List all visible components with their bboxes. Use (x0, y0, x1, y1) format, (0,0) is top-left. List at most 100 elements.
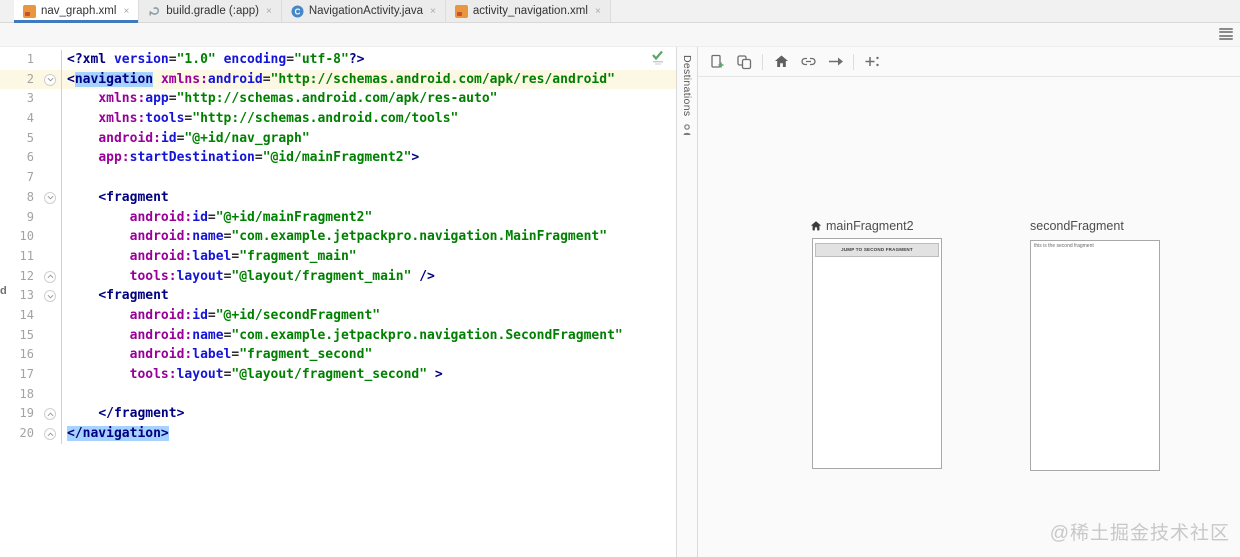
tab-navigationactivity-java[interactable]: C NavigationActivity.java × (281, 0, 446, 22)
line-number: 20 (19, 426, 34, 441)
code-text: android:id="@+id/mainFragment2" (129, 209, 373, 225)
tab-label: nav_graph.xml (41, 5, 117, 17)
code-line-6[interactable]: 6 app:startDestination="@id/mainFragment… (0, 148, 676, 169)
code-line-20[interactable]: 20 </navigation> (0, 424, 676, 444)
tab-label: build.gradle (:app) (166, 5, 259, 17)
code-line-17[interactable]: 17 tools:layout="@layout/fragment_second… (0, 365, 676, 385)
svg-text:C: C (294, 7, 300, 16)
line-number: 5 (26, 130, 34, 145)
code-line-16[interactable]: 16 android:label="fragment_second" (0, 345, 676, 365)
code-text: <fragment (98, 288, 169, 304)
line-number: 4 (26, 111, 34, 126)
destinations-icon (682, 123, 692, 136)
gutter-fold-column (40, 50, 62, 70)
code-line-5[interactable]: 5 android:id="@+id/nav_graph" (0, 128, 676, 149)
line-number: 17 (19, 367, 34, 381)
destination-preview-secondFragment[interactable]: this is the second fragment (1030, 240, 1160, 471)
destination-label-mainFragment2[interactable]: mainFragment2 (810, 219, 914, 233)
destinations-tool-tab[interactable]: Destinations (676, 47, 698, 557)
line-number: 6 (26, 150, 34, 165)
start-destination-home-icon[interactable] (772, 53, 790, 71)
code-text: </navigation> (67, 426, 169, 442)
gutter-fold-column (40, 305, 62, 326)
preview-button: JUMP TO SECOND FRAGMENT (815, 243, 939, 257)
code-line-10[interactable]: 10 android:name="com.example.jetpackpro.… (0, 227, 676, 247)
deep-link-icon[interactable] (799, 53, 817, 71)
new-destination-icon[interactable] (708, 53, 726, 71)
code-line-3[interactable]: 3 xmlns:app="http://schemas.android.com/… (0, 89, 676, 110)
line-number: 7 (26, 170, 34, 185)
line-number: 18 (19, 386, 34, 401)
tab-nav-graph-xml[interactable]: nav_graph.xml × (14, 0, 140, 23)
design-toolbar (698, 47, 1240, 77)
xml-file-icon (454, 4, 468, 18)
line-number: 9 (26, 209, 34, 224)
line-number: 11 (19, 248, 34, 263)
navigation-design-surface[interactable]: mainFragment2 JUMP TO SECOND FRAGMENT se… (698, 47, 1240, 557)
fold-marker-icon[interactable] (44, 290, 56, 303)
fold-marker-icon[interactable] (44, 408, 56, 421)
code-text: <fragment (98, 189, 169, 205)
code-text: app:startDestination="@id/mainFragment2"… (98, 150, 420, 166)
preview-text: this is the second fragment (1034, 243, 1094, 249)
code-text: android:label="fragment_second" (129, 347, 373, 363)
fold-marker-icon[interactable] (44, 270, 56, 283)
line-number: 16 (19, 347, 34, 362)
gutter-artifact-text: d (0, 285, 7, 297)
line-number: 3 (26, 91, 34, 106)
code-line-1[interactable]: 1 <?xml version="1.0" encoding="utf-8"?> (0, 50, 676, 70)
gutter-fold-column (40, 404, 62, 425)
code-text: xmlns:tools="http://schemas.android.com/… (98, 111, 459, 127)
code-line-14[interactable]: 14 android:id="@+id/secondFragment" (0, 305, 676, 326)
fold-marker-icon[interactable] (44, 428, 56, 441)
code-line-18[interactable]: 18 (0, 384, 676, 405)
tab-label: activity_navigation.xml (472, 5, 588, 17)
code-line-7[interactable]: 7 (0, 168, 676, 188)
tab-close-icon[interactable]: × (123, 6, 129, 17)
xml-file-icon (23, 4, 36, 18)
destination-label-secondFragment[interactable]: secondFragment (1030, 219, 1124, 233)
line-number: 10 (19, 229, 34, 244)
gutter-fold-column (40, 89, 62, 110)
hamburger-menu-icon[interactable] (1219, 28, 1233, 40)
code-text: android:id="@+id/secondFragment" (129, 307, 381, 323)
auto-arrange-icon[interactable] (863, 53, 881, 71)
gutter-fold-column (40, 286, 62, 306)
code-line-9[interactable]: 9 android:id="@+id/mainFragment2" (0, 207, 676, 228)
gutter-fold-column (40, 424, 62, 444)
code-line-15[interactable]: 15 android:name="com.example.jetpackpro.… (0, 325, 676, 346)
gutter-fold-column (40, 325, 62, 346)
gutter-fold-column (40, 345, 62, 365)
inspections-ok-icon[interactable] (650, 49, 666, 65)
line-number: 14 (19, 307, 34, 322)
gutter-fold-column (40, 207, 62, 228)
code-text: xmlns:app="http://schemas.android.com/ap… (98, 91, 498, 107)
code-line-8[interactable]: 8 <fragment (0, 187, 676, 208)
line-number: 15 (19, 327, 34, 342)
fold-marker-icon[interactable] (44, 191, 56, 204)
action-arrow-icon[interactable] (826, 53, 844, 71)
gutter-fold-column (40, 365, 62, 385)
code-text: tools:layout="@layout/fragment_second" > (129, 367, 443, 382)
start-destination-home-icon (810, 221, 822, 231)
tab-close-icon[interactable]: × (266, 6, 272, 17)
code-line-19[interactable]: 19 </fragment> (0, 404, 676, 425)
code-line-13[interactable]: 13 <fragment (0, 286, 676, 306)
gutter-fold-column (40, 246, 62, 267)
line-number: 19 (19, 406, 34, 421)
tab-close-icon[interactable]: × (430, 6, 436, 17)
code-line-4[interactable]: 4 xmlns:tools="http://schemas.android.co… (0, 109, 676, 129)
destination-preview-mainFragment2[interactable]: JUMP TO SECOND FRAGMENT (812, 238, 942, 469)
nested-graph-icon[interactable] (735, 53, 753, 71)
tab-build-gradle-app[interactable]: build.gradle (:app) × (139, 0, 282, 22)
gutter-fold-column (40, 109, 62, 129)
editor-toolbar-strip (0, 23, 1240, 47)
gutter-fold-column (40, 128, 62, 149)
code-editor[interactable]: 1 <?xml version="1.0" encoding="utf-8"?> 2… (0, 47, 676, 557)
fold-marker-icon[interactable] (44, 73, 56, 86)
tab-close-icon[interactable]: × (595, 6, 601, 17)
tab-activity-navigation-xml[interactable]: activity_navigation.xml × (445, 0, 611, 22)
code-line-11[interactable]: 11 android:label="fragment_main" (0, 246, 676, 267)
code-line-12[interactable]: 12 tools:layout="@layout/fragment_main" … (0, 266, 676, 287)
code-line-2[interactable]: 2 <navigation xmlns:android="http://schem… (0, 69, 676, 90)
